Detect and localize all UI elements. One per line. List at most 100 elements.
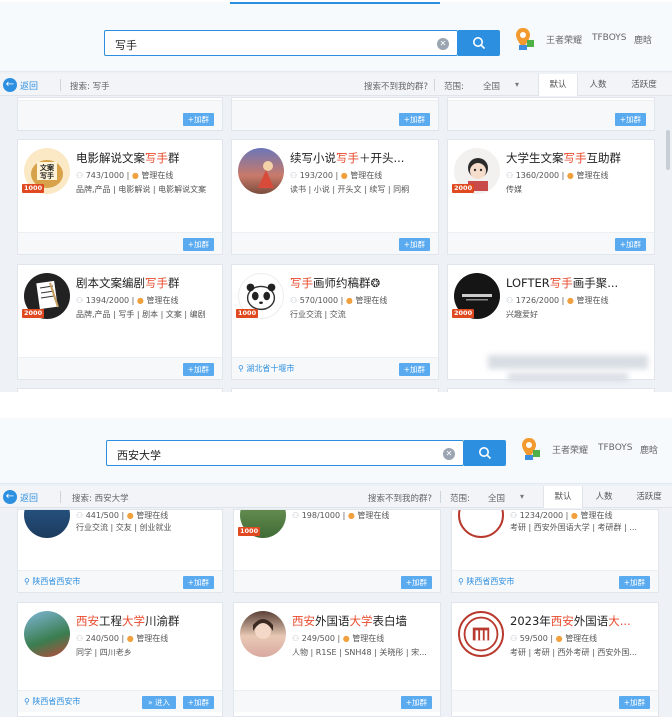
group-location: ⚲ 湖北省十堰市	[238, 364, 295, 373]
join-button[interactable]: +加群	[614, 113, 646, 126]
join-button[interactable]: +加群	[398, 238, 430, 251]
cant-find-link[interactable]: 搜索不到我的群?	[368, 492, 432, 504]
svg-text:文案: 文案	[40, 163, 55, 172]
group-title[interactable]: 大学生文案写手互助群	[506, 150, 621, 166]
back-button[interactable]: ← 返回	[3, 490, 38, 504]
group-title[interactable]: 西安工程大学川渝群	[76, 613, 180, 629]
blurred-area	[488, 355, 648, 369]
group-tags: 兴趣爱好	[506, 310, 538, 319]
group-title[interactable]: 续写小说写手＋开头...	[290, 150, 404, 166]
join-button[interactable]: +加群	[182, 696, 214, 709]
group-title[interactable]: 写手画师约稿群❂	[290, 275, 380, 291]
group-location: ⚲ 陕西省西安市	[458, 577, 515, 586]
group-tags: 读书 | 小说 | 开头文 | 续写 | 同桐	[290, 185, 410, 194]
group-meta: ⚇ 743/1000 | ● 管理在线	[76, 171, 174, 180]
join-button[interactable]: +加群	[400, 696, 432, 709]
group-avatar[interactable]	[240, 611, 286, 657]
blurred-area	[508, 373, 628, 381]
group-meta: ⚇ 240/500 | ● 管理在线	[76, 634, 169, 643]
admin-icon: ●	[340, 171, 348, 180]
scrollbar[interactable]	[666, 130, 670, 170]
admin-icon: ●	[347, 511, 355, 520]
tab-default[interactable]: 默认	[543, 486, 583, 508]
join-button[interactable]: +加群	[182, 576, 214, 589]
group-meta: ⚇ 198/1000 | ● 管理在线	[292, 511, 390, 520]
group-card: 续写小说写手＋开头... ⚇ 193/200 | ● 管理在线 读书 | 小说 …	[231, 139, 439, 255]
members-icon: ⚇	[510, 634, 518, 643]
location-pin-icon[interactable]	[514, 26, 536, 52]
search-input[interactable]: 西安大学 ✕	[106, 440, 464, 466]
group-tags: 传媒	[506, 185, 522, 194]
range-select[interactable]: 全国	[483, 80, 500, 92]
search-result-screen-1: 写手 ✕ 王者荣耀 TFBOYS 鹿晗 ← 返回 搜索: 写手 搜索不到我的群?…	[0, 0, 672, 392]
tab-activity[interactable]: 活跃度	[620, 74, 668, 96]
join-button[interactable]: +加群	[398, 363, 430, 376]
back-button[interactable]: ← 返回	[3, 78, 38, 92]
tab-members[interactable]: 人数	[580, 74, 616, 96]
group-avatar[interactable]	[458, 611, 504, 657]
clear-icon[interactable]: ✕	[443, 448, 455, 460]
divider	[434, 79, 435, 91]
join-button[interactable]: +加群	[182, 238, 214, 251]
hotword-1[interactable]: 王者荣耀	[552, 443, 588, 456]
group-avatar[interactable]	[24, 510, 70, 538]
group-title[interactable]: 剧本文案编剧写手群	[76, 275, 180, 291]
group-card: 西安工程大学川渝群 ⚇ 240/500 | ● 管理在线 同学 | 四川老乡 ⚲…	[17, 602, 223, 717]
members-icon: ⚇	[76, 171, 84, 180]
filter-toolbar: ← 返回 搜索: 写手 搜索不到我的群? 范围: 全国 ▾ 默认 人数 活跃度	[0, 74, 672, 96]
group-avatar[interactable]	[24, 611, 70, 657]
hotword-2[interactable]: TFBOYS	[592, 33, 627, 43]
range-select[interactable]: 全国	[488, 492, 505, 504]
group-card: 1000 ⚇ 198/1000 | ● 管理在线 +加群	[233, 509, 441, 593]
tab-default[interactable]: 默认	[538, 74, 578, 96]
search-result-screen-2: 西安大学 ✕ 王者荣耀 TFBOYS 鹿晗 ← 返回 搜索: 西安大学 搜索不到…	[0, 418, 672, 717]
join-button[interactable]: +加群	[182, 113, 214, 126]
search-header: 写手 ✕ 王者荣耀 TFBOYS 鹿晗	[0, 0, 672, 72]
search-input[interactable]: 写手 ✕	[104, 30, 458, 56]
back-label: 返回	[20, 81, 39, 92]
cant-find-link[interactable]: 搜索不到我的群?	[364, 80, 428, 92]
group-avatar[interactable]	[458, 510, 504, 538]
group-title[interactable]: LOFTER写手画手聚...	[506, 275, 618, 291]
group-meta: ⚇ 1394/2000 | ● 管理在线	[76, 296, 179, 305]
group-tags: 考研 | 考研 | 西外考研 | 西安外国...	[510, 648, 637, 657]
search-button[interactable]	[458, 30, 500, 56]
search-header: 西安大学 ✕ 王者荣耀 TFBOYS 鹿晗	[0, 418, 672, 484]
join-button[interactable]: +加群	[398, 113, 430, 126]
group-meta: ⚇ 59/500 | ● 管理在线	[510, 634, 598, 643]
enter-button[interactable]: » 进入	[142, 696, 176, 709]
separator	[0, 392, 672, 418]
dropdown-icon[interactable]: ▾	[520, 492, 524, 501]
group-title[interactable]: 2023年西安外国语大...	[510, 613, 631, 629]
group-level-badge: 2000	[452, 309, 475, 318]
join-button[interactable]: +加群	[614, 238, 646, 251]
join-button[interactable]: +加群	[618, 576, 650, 589]
group-title[interactable]: 西安外国语大学表白墙	[292, 613, 407, 629]
hotword-3[interactable]: 鹿晗	[640, 443, 658, 456]
members-icon: ⚇	[290, 296, 298, 305]
clear-icon[interactable]: ✕	[437, 38, 449, 50]
group-avatar[interactable]	[238, 148, 284, 194]
group-card: 2000 大学生文案写手互助群 ⚇ 1360/2000 | ● 管理在线 传媒 …	[447, 139, 655, 255]
hotword-1[interactable]: 王者荣耀	[546, 33, 582, 46]
search-button[interactable]	[464, 440, 506, 466]
group-card: ⚇ 1234/2000 | ● 管理在线 考研 | 西安外国语大学 | 考研群 …	[451, 509, 659, 593]
group-card: 2000 LOFTER写手画手聚... ⚇ 1726/2000 | ● 管理在线…	[447, 264, 655, 381]
location-pin-icon[interactable]	[520, 436, 542, 462]
group-card: 文案 写手 1000 电影解说文案写手群 ⚇ 743/1000 | ● 管理在线 …	[17, 139, 223, 255]
admin-icon: ●	[570, 511, 578, 520]
hotword-3[interactable]: 鹿晗	[634, 33, 652, 46]
location-icon: ⚲	[24, 697, 30, 706]
group-card: +加群	[17, 97, 223, 131]
group-card: +加群	[231, 97, 439, 131]
join-button[interactable]: +加群	[182, 363, 214, 376]
group-meta: ⚇ 1234/2000 | ● 管理在线	[510, 511, 613, 520]
tab-activity[interactable]: 活跃度	[626, 486, 672, 508]
join-button[interactable]: +加群	[618, 696, 650, 709]
tab-members[interactable]: 人数	[586, 486, 622, 508]
dropdown-icon[interactable]: ▾	[515, 80, 519, 89]
admin-icon: ●	[131, 171, 139, 180]
group-title[interactable]: 电影解说文案写手群	[76, 150, 180, 166]
hotword-2[interactable]: TFBOYS	[598, 443, 633, 453]
join-button[interactable]: +加群	[400, 576, 432, 589]
